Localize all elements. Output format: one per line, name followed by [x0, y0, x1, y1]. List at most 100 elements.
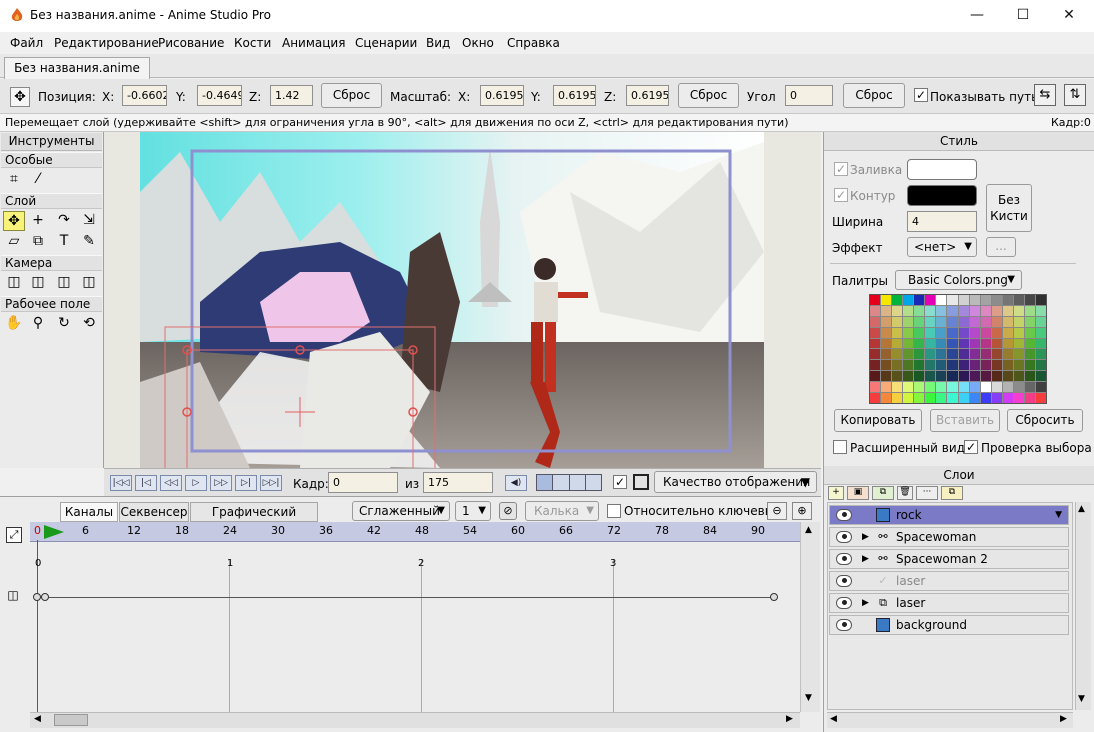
palette-swatch[interactable]: [958, 360, 969, 371]
palette-swatch[interactable]: [892, 382, 903, 393]
palette-swatch[interactable]: [1035, 327, 1046, 338]
palette-swatch[interactable]: [980, 316, 991, 327]
onion-skin-dropdown[interactable]: Калька ▼: [525, 501, 599, 521]
flip-horizontal-icon[interactable]: ⇆: [1034, 84, 1056, 106]
total-frames-field[interactable]: 175: [423, 472, 493, 493]
scroll-down-icon[interactable]: ▼: [805, 693, 812, 703]
origin-icon[interactable]: +: [27, 211, 49, 231]
close-button[interactable]: ✕: [1046, 0, 1092, 32]
palette-swatch[interactable]: [914, 382, 925, 393]
palette-swatch[interactable]: [980, 360, 991, 371]
palette-swatch[interactable]: [881, 305, 892, 316]
paste-button[interactable]: Вставить: [930, 409, 1000, 432]
palette-swatch[interactable]: [947, 327, 958, 338]
palette-swatch[interactable]: [991, 295, 1002, 305]
palette-swatch[interactable]: [980, 338, 991, 349]
layer-row-rock[interactable]: rock ▼: [829, 505, 1069, 525]
palette-swatch[interactable]: [958, 382, 969, 393]
delete-layer-icon[interactable]: 🗑: [897, 486, 913, 500]
show-path-checkbox[interactable]: ✓: [914, 88, 928, 102]
palette-swatch[interactable]: [980, 393, 991, 403]
palette-swatch[interactable]: [1024, 349, 1035, 360]
rewind-start-icon[interactable]: |◁◁: [110, 475, 132, 491]
palette-swatch[interactable]: [991, 305, 1002, 316]
palette-swatch[interactable]: [925, 316, 936, 327]
palette-swatch[interactable]: [903, 316, 914, 327]
menu-scripts[interactable]: Сценарии: [355, 36, 417, 50]
palette-swatch[interactable]: [870, 360, 881, 371]
menu-edit[interactable]: Редактирование: [54, 36, 159, 50]
palette-swatch[interactable]: [892, 327, 903, 338]
layer-select-icon[interactable]: ⧉: [27, 232, 49, 252]
palette-swatch[interactable]: [870, 349, 881, 360]
palette-swatch[interactable]: [1035, 382, 1046, 393]
palette-swatch[interactable]: [1002, 327, 1013, 338]
keyframe-marker[interactable]: [770, 593, 778, 601]
zoom-out-icon[interactable]: ⊖: [767, 502, 787, 520]
palette-swatch[interactable]: [892, 305, 903, 316]
palette-swatch[interactable]: [958, 316, 969, 327]
palette-swatch[interactable]: [1013, 360, 1024, 371]
palette-swatch[interactable]: [947, 295, 958, 305]
palette-swatch[interactable]: [914, 371, 925, 382]
step-back-icon[interactable]: ◁◁: [160, 475, 182, 491]
palette-swatch[interactable]: [925, 393, 936, 403]
zoom-in-icon[interactable]: ⊕: [792, 502, 812, 520]
palette-swatch[interactable]: [1035, 393, 1046, 403]
timeline-vscrollbar[interactable]: [800, 522, 820, 712]
palette-swatch[interactable]: [1024, 382, 1035, 393]
palette-swatch[interactable]: [881, 327, 892, 338]
color-palette-grid[interactable]: [869, 294, 1047, 404]
scroll-right-icon[interactable]: ▶: [1060, 714, 1067, 724]
palette-swatch[interactable]: [1013, 349, 1024, 360]
palette-swatch[interactable]: [936, 305, 947, 316]
palette-swatch[interactable]: [936, 393, 947, 403]
palette-swatch[interactable]: [991, 327, 1002, 338]
palette-swatch[interactable]: [1013, 393, 1024, 403]
visibility-eye-icon[interactable]: [836, 553, 852, 565]
palette-swatch[interactable]: [925, 327, 936, 338]
palette-swatch[interactable]: [958, 393, 969, 403]
palette-swatch[interactable]: [1024, 360, 1035, 371]
palette-swatch[interactable]: [903, 360, 914, 371]
new-folder-icon[interactable]: ▣: [847, 486, 869, 500]
visibility-eye-icon[interactable]: [836, 597, 852, 609]
palette-swatch[interactable]: [914, 393, 925, 403]
palette-swatch[interactable]: [881, 295, 892, 305]
palette-swatch[interactable]: [881, 338, 892, 349]
palette-swatch[interactable]: [1002, 349, 1013, 360]
reset-angle-button[interactable]: Сброс: [843, 83, 905, 108]
palette-swatch[interactable]: [914, 360, 925, 371]
palette-swatch[interactable]: [925, 305, 936, 316]
palette-swatch[interactable]: [969, 371, 980, 382]
palette-swatch[interactable]: [870, 327, 881, 338]
render-checkbox[interactable]: ✓: [613, 475, 627, 489]
layer-row-laser[interactable]: ✓ laser: [829, 571, 1069, 591]
palette-swatch[interactable]: [958, 338, 969, 349]
palette-swatch[interactable]: [925, 338, 936, 349]
palette-swatch[interactable]: [870, 295, 881, 305]
palette-swatch[interactable]: [925, 371, 936, 382]
palette-swatch[interactable]: [936, 338, 947, 349]
scene-canvas[interactable]: [140, 132, 764, 468]
prev-keyframe-icon[interactable]: |◁: [135, 475, 157, 491]
minimize-button[interactable]: —: [954, 0, 1000, 32]
check-selection-checkbox[interactable]: ✓: [964, 440, 978, 454]
tab-graph-mode[interactable]: Графический режим: [190, 502, 318, 537]
palette-swatch[interactable]: [991, 316, 1002, 327]
palette-swatch[interactable]: [1024, 295, 1035, 305]
palette-swatch[interactable]: [892, 393, 903, 403]
palette-swatch[interactable]: [958, 295, 969, 305]
next-keyframe-icon[interactable]: ▷|: [235, 475, 257, 491]
palette-swatch[interactable]: [903, 349, 914, 360]
relative-keys-checkbox[interactable]: [607, 504, 621, 518]
expand-arrow-icon[interactable]: ▶: [862, 550, 869, 568]
palette-swatch[interactable]: [892, 316, 903, 327]
menu-animation[interactable]: Анимация: [282, 36, 345, 50]
keyframe-marker[interactable]: [41, 593, 49, 601]
palette-swatch[interactable]: [903, 305, 914, 316]
palette-swatch[interactable]: [991, 393, 1002, 403]
scale-layer-icon[interactable]: ⇲: [78, 211, 100, 231]
expand-arrow-icon[interactable]: ▶: [862, 528, 869, 546]
palette-swatch[interactable]: [936, 371, 947, 382]
